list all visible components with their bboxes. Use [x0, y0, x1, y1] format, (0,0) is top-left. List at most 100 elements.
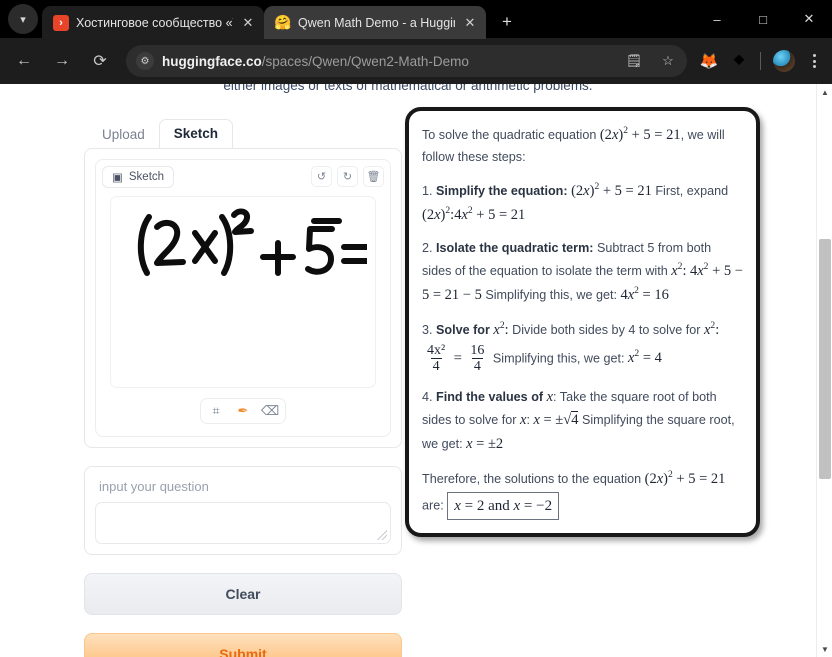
boxed-final-answer: x = 2 and x = −2: [447, 491, 560, 521]
step-3-fraction-right: 16 4: [468, 343, 486, 375]
metamask-extension-icon[interactable]: 🦊: [695, 46, 723, 76]
new-tab-button[interactable]: +: [496, 12, 518, 32]
scroll-down-arrow-icon[interactable]: ▼: [817, 641, 832, 657]
reload-icon[interactable]: ⟳: [85, 46, 115, 76]
fraction-numerator: 4x²: [427, 342, 446, 358]
step-4-title: Find the values of: [436, 390, 544, 404]
tab-upload[interactable]: Upload: [88, 121, 159, 149]
browser-tab-2[interactable]: 🤗 Qwen Math Demo - a Hugging ✕: [264, 6, 486, 39]
scroll-up-arrow-icon[interactable]: ▲: [817, 84, 832, 100]
star-icon[interactable]: ☆: [655, 48, 681, 74]
step-3-title: Solve for: [436, 323, 490, 338]
answer-step-2: 2. Isolate the quadratic term: Subtract …: [422, 238, 743, 307]
answer-panel: To solve the quadratic equation (2x)2 + …: [405, 107, 760, 538]
fraction-denominator: 4: [471, 358, 483, 375]
step-1-equation-2: (2x)2:: [422, 205, 455, 223]
answer-conclusion: Therefore, the solutions to the equation…: [422, 467, 743, 521]
handwritten-equation: [137, 208, 367, 276]
answer-intro: To solve the quadratic equation (2x)2 + …: [422, 123, 743, 168]
browser-toolbar: ← → ⟳ ⚙ huggingface.co/spaces/Qwen/Qwen2…: [0, 38, 832, 84]
redo-icon[interactable]: ↻: [337, 166, 358, 187]
step-1-equation-3: 4x2 + 5 = 21: [454, 205, 526, 223]
pen-icon[interactable]: ✒: [234, 402, 252, 420]
step-2-text-2: Simplifying this, we get:: [485, 287, 617, 302]
step-3-text-2: Simplifying this, we get:: [492, 351, 625, 366]
url-domain: huggingface.co: [162, 53, 262, 69]
undo-icon[interactable]: ↺: [311, 166, 332, 187]
url-path: /spaces/Qwen/Qwen2-Math-Demo: [261, 53, 469, 69]
question-panel: input your question: [84, 466, 402, 555]
minimize-button[interactable]: –: [694, 0, 740, 38]
delete-icon[interactable]: 🗑: [363, 166, 384, 187]
sketch-panel: ▣ Sketch ↺ ↻ 🗑 ⌗ ✒ ⌫: [84, 148, 402, 448]
browser-tab-2-close-icon[interactable]: ✕: [462, 15, 478, 31]
step-1-equation-1: (2x)2 + 5 = 21: [571, 180, 652, 199]
translate-icon[interactable]: 🗒: [621, 48, 647, 74]
input-column: Upload Sketch ▣ Sketch ↺ ↻ 🗑 ⌗ ✒ ⌫ input…: [84, 116, 402, 657]
step-2-equation-3: 4x2 = 16: [620, 285, 669, 303]
drawing-canvas[interactable]: [110, 196, 376, 388]
step-3-equals: =: [453, 350, 462, 367]
browser-tab-1-close-icon[interactable]: ✕: [240, 15, 256, 31]
kebab-menu-icon[interactable]: [802, 54, 826, 68]
tab-strip: ▾ › Хостинговое сообщество «Tim ✕ 🤗 Qwen…: [0, 0, 832, 39]
step-4-equation-3: x = ±2: [466, 435, 504, 452]
image-source-tabs: Upload Sketch: [84, 116, 402, 149]
sketch-label-text: Sketch: [128, 171, 165, 183]
maximize-button[interactable]: □: [740, 0, 786, 38]
step-2-number: 2.: [422, 241, 433, 256]
scrollbar-thumb[interactable]: [819, 239, 831, 479]
eraser-icon[interactable]: ⌫: [261, 402, 279, 420]
answer-step-3: 3. Solve for x2: Divide both sides by 4 …: [422, 318, 743, 375]
conclusion-equation: (2x)2 + 5 = 21: [644, 469, 726, 488]
step-1-number: 1.: [422, 183, 433, 198]
window-controls: – □ ✕: [694, 0, 832, 38]
clear-button[interactable]: Clear: [84, 573, 402, 615]
address-bar-url: huggingface.co/spaces/Qwen/Qwen2-Math-De…: [162, 54, 613, 69]
step-3-equation-2: x2 = 4: [627, 348, 662, 367]
textarea-resize-handle[interactable]: [377, 530, 387, 540]
step-3-fraction-left: 4x² 4: [425, 343, 447, 375]
browser-tab-2-title: Qwen Math Demo - a Hugging: [298, 15, 455, 30]
step-4-number: 4.: [422, 390, 433, 404]
browser-window: ▾ › Хостинговое сообщество «Tim ✕ 🤗 Qwen…: [0, 0, 832, 657]
forward-icon[interactable]: →: [47, 46, 77, 76]
hugging-face-icon: 🤗: [274, 14, 292, 30]
step-3-number: 3.: [422, 323, 433, 338]
step-4-equation-2: x = ±√4: [533, 411, 579, 429]
step-3-equation-1: x2:: [703, 320, 720, 339]
address-bar[interactable]: ⚙ huggingface.co/spaces/Qwen/Qwen2-Math-…: [126, 45, 687, 77]
step-2-equation-1: x2:: [671, 260, 687, 279]
close-window-button[interactable]: ✕: [786, 0, 832, 38]
image-icon: ▣: [112, 172, 123, 184]
submit-button[interactable]: Submit: [84, 633, 402, 657]
intro-text: either images or texts of mathematical o…: [223, 84, 593, 93]
page-viewport: either images or texts of mathematical o…: [0, 84, 832, 657]
conclusion-text: Therefore, the solutions to the equation: [422, 472, 642, 487]
avatar[interactable]: [773, 50, 795, 72]
crop-icon[interactable]: ⌗: [207, 402, 225, 420]
extensions-puzzle-icon[interactable]: ⯁: [725, 46, 753, 76]
fraction-denominator: 4: [430, 358, 442, 375]
sketch-label: ▣ Sketch: [102, 166, 175, 188]
draw-tool-group: ⌗ ✒ ⌫: [200, 398, 286, 424]
step-1-title: Simplify the equation:: [436, 183, 568, 198]
answer-step-1: 1. Simplify the equation: (2x)2 + 5 = 21…: [422, 179, 743, 228]
back-icon[interactable]: ←: [9, 46, 39, 76]
step-4-colon-2: :: [526, 413, 530, 428]
question-input[interactable]: [95, 502, 391, 544]
browser-tab-1[interactable]: › Хостинговое сообщество «Tim ✕: [42, 6, 264, 39]
fraction-numerator: 16: [470, 342, 485, 358]
question-label: input your question: [99, 479, 209, 494]
step-1-text: First, expand: [655, 183, 729, 198]
tune-icon[interactable]: ⚙: [136, 52, 154, 70]
page-scrollbar[interactable]: ▲ ▼: [816, 84, 832, 657]
toolbar-divider: [760, 52, 761, 70]
tab-search-chevron-down-icon[interactable]: ▾: [8, 4, 38, 34]
sketch-history-tools: ↺ ↻ 🗑: [311, 166, 384, 187]
tab-sketch[interactable]: Sketch: [158, 119, 234, 149]
sketch-canvas-container: ▣ Sketch ↺ ↻ 🗑 ⌗ ✒ ⌫: [95, 159, 391, 437]
answer-intro-text: To solve the quadratic equation: [422, 127, 597, 142]
page-content: either images or texts of mathematical o…: [0, 84, 816, 657]
step-4-colon: :: [553, 390, 557, 404]
